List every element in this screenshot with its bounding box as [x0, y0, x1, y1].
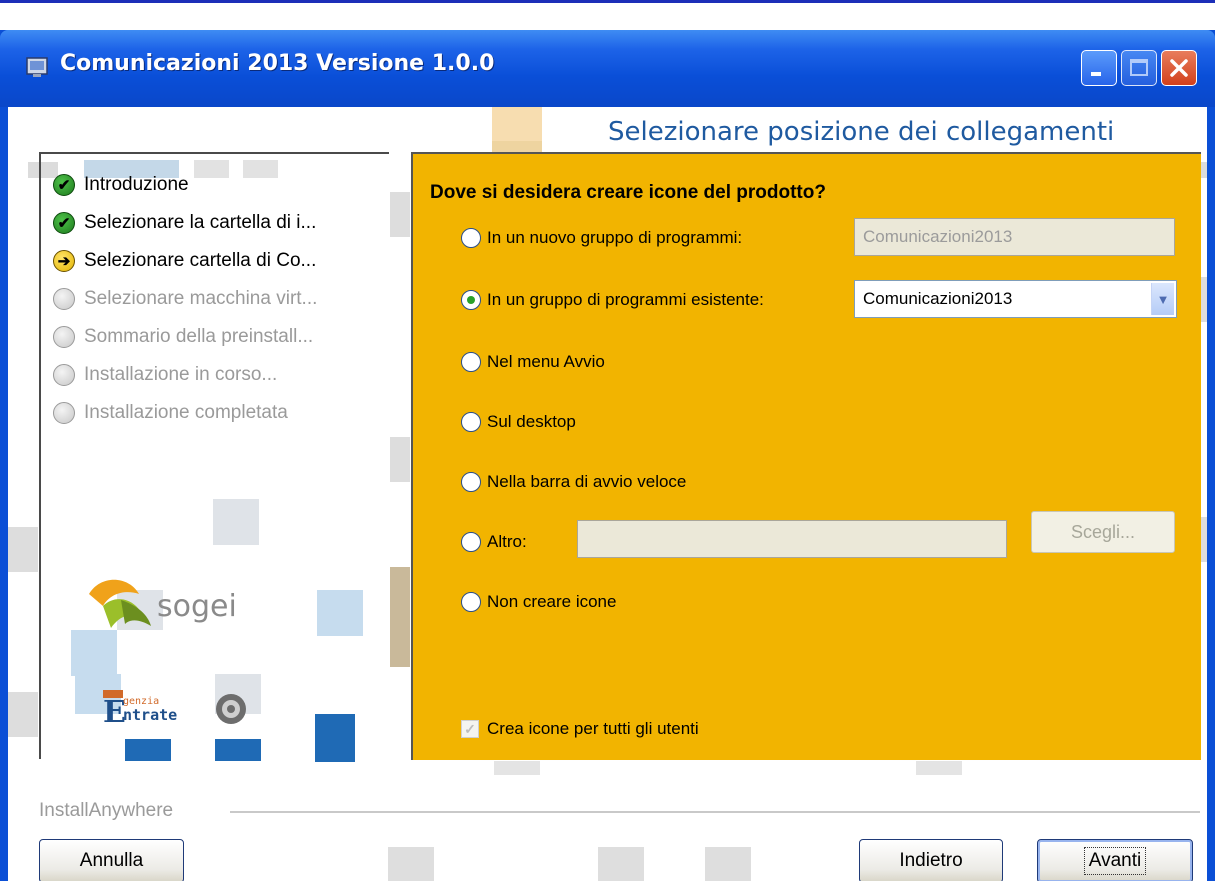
step-label: Installazione in corso... [84, 364, 278, 385]
radio-other[interactable] [461, 532, 481, 552]
all-users-checkbox[interactable]: ✓ [461, 720, 479, 738]
pending-circle-icon [53, 364, 75, 386]
step-label: Selezionare la cartella di i... [84, 212, 317, 233]
minimize-icon [1091, 72, 1101, 76]
agenzia-entrate-logo: E genzia ntrate [101, 684, 261, 734]
pending-circle-icon [53, 326, 75, 348]
option-label: Sul desktop [487, 412, 576, 431]
radio-new-group[interactable] [461, 228, 481, 248]
minimize-button[interactable] [1081, 50, 1117, 86]
decor-square [388, 847, 434, 881]
check-icon: ✔ [53, 212, 75, 234]
option-no-icons[interactable]: Non creare icone [461, 592, 616, 612]
decor-square [494, 761, 540, 775]
step-label: Sommario della preinstall... [84, 326, 314, 347]
next-button-label: Avanti [1083, 847, 1147, 875]
option-quick-launch[interactable]: Nella barra di avvio veloce [461, 472, 686, 492]
decor-square [390, 192, 410, 237]
arrow-right-icon: ➔ [53, 250, 75, 272]
decor-square [492, 107, 542, 141]
app-icon [26, 56, 50, 78]
option-other[interactable]: Altro: [461, 532, 527, 552]
all-users-label: Crea icone per tutti gli utenti [487, 719, 699, 738]
step-install-folder: ✔ Selezionare la cartella di i... [53, 212, 316, 234]
decor-square [8, 527, 38, 572]
window-title: Comunicazioni 2013 Versione 1.0.0 [60, 51, 495, 76]
step-shortcut-folder: ➔ Selezionare cartella di Co... [53, 250, 316, 272]
all-users-checkbox-row[interactable]: ✓ Crea icone per tutti gli utenti [461, 719, 699, 739]
option-existing-group[interactable]: In un gruppo di programmi esistente: [461, 290, 764, 310]
option-label: In un nuovo gruppo di programmi: [487, 228, 743, 247]
decor-square [1201, 277, 1207, 322]
step-introduction: ✔ Introduzione [53, 174, 189, 196]
new-group-field[interactable]: Comunicazioni2013 [854, 218, 1175, 256]
radio-quick-launch[interactable] [461, 472, 481, 492]
option-new-group[interactable]: In un nuovo gruppo di programmi: [461, 228, 742, 248]
step-virtual-machine: Selezionare macchina virt... [53, 288, 317, 310]
installanywhere-brand: InstallAnywhere [39, 800, 174, 821]
existing-group-value: Comunicazioni2013 [863, 289, 1013, 308]
option-desktop[interactable]: Sul desktop [461, 412, 576, 432]
radio-existing-group[interactable] [461, 290, 481, 310]
sogei-logo-text: sogei [157, 589, 237, 624]
radio-desktop[interactable] [461, 412, 481, 432]
back-button[interactable]: Indietro [859, 839, 1003, 881]
option-label: Nella barra di avvio veloce [487, 472, 687, 491]
decor-square [705, 847, 751, 881]
footer-divider [230, 811, 1200, 814]
step-label: Selezionare cartella di Co... [84, 250, 317, 271]
panel-question: Dove si desidera creare icone del prodot… [430, 182, 826, 203]
decor-square [317, 590, 363, 636]
decor-square [8, 692, 38, 737]
close-icon [1170, 59, 1188, 77]
top-border [0, 0, 1215, 3]
dialog-body: Selezionare posizione dei collegamenti ✔… [8, 107, 1207, 881]
step-label: Installazione completata [84, 402, 288, 423]
sogei-logo: sogei [81, 564, 281, 644]
option-label: Altro: [487, 532, 527, 551]
radio-start-menu[interactable] [461, 352, 481, 372]
decor-square [315, 714, 355, 762]
entrate-text: ntrate [123, 706, 177, 724]
decor-square [1201, 517, 1207, 562]
radio-no-icons[interactable] [461, 592, 481, 612]
maximize-icon [1130, 59, 1148, 76]
pending-circle-icon [53, 402, 75, 424]
cancel-button[interactable]: Annulla [39, 839, 184, 881]
title-bar[interactable]: Comunicazioni 2013 Versione 1.0.0 [0, 30, 1215, 107]
decor-square [215, 739, 261, 761]
decor-square [390, 437, 410, 482]
option-label: Nel menu Avvio [487, 352, 605, 371]
step-preinstall-summary: Sommario della preinstall... [53, 326, 313, 348]
option-label: In un gruppo di programmi esistente: [487, 290, 764, 309]
option-label: Non creare icone [487, 592, 617, 611]
step-installing: Installazione in corso... [53, 364, 277, 386]
maximize-button[interactable] [1121, 50, 1157, 86]
option-start-menu[interactable]: Nel menu Avvio [461, 352, 605, 372]
step-label: Introduzione [84, 174, 189, 195]
decor-square [213, 499, 259, 545]
steps-panel: ✔ Introduzione ✔ Selezionare la cartella… [39, 152, 389, 762]
choose-button[interactable]: Scegli... [1031, 511, 1175, 553]
pending-circle-icon [53, 288, 75, 310]
decor-square [598, 847, 644, 881]
step-install-complete: Installazione completata [53, 402, 288, 424]
shortcut-options-panel: Dove si desidera creare icone del prodot… [411, 152, 1201, 760]
other-path-field[interactable] [577, 520, 1007, 558]
page-title: Selezionare posizione dei collegamenti [608, 117, 1115, 147]
existing-group-select[interactable]: Comunicazioni2013 ▼ [854, 280, 1177, 318]
decor-square [390, 567, 410, 667]
step-label: Selezionare macchina virt... [84, 288, 318, 309]
check-icon: ✔ [53, 174, 75, 196]
next-button[interactable]: Avanti [1037, 839, 1193, 881]
chevron-down-icon[interactable]: ▼ [1151, 283, 1174, 315]
decor-square [125, 739, 171, 761]
close-button[interactable] [1161, 50, 1197, 86]
installer-window: Comunicazioni 2013 Versione 1.0.0 Selezi… [0, 30, 1215, 881]
decor-square [916, 761, 962, 775]
